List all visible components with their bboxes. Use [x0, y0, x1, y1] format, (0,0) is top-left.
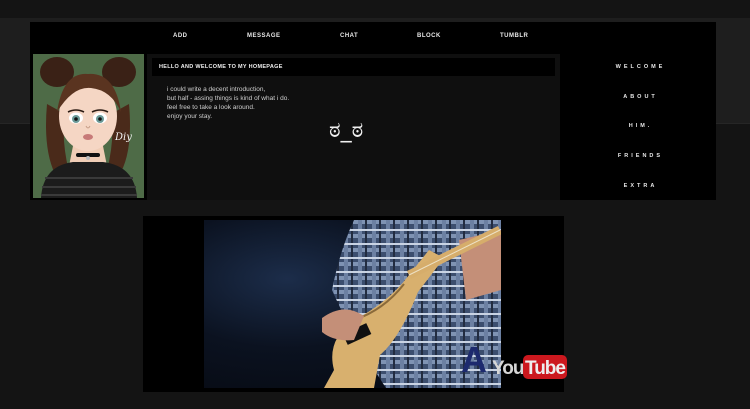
welcome-title-bar: HELLO AND WELCOME TO MY HOMEPAGE — [152, 58, 555, 76]
youtube-logo-you: You — [492, 358, 525, 379]
profile-container: ADD MESSAGE CHAT BLOCK TUMBLR Diy HELLO … — [30, 22, 716, 200]
top-navigation: ADD MESSAGE CHAT BLOCK TUMBLR — [150, 22, 590, 52]
avatar-illustration — [33, 54, 144, 198]
nav-block-link[interactable]: BLOCK — [417, 33, 441, 39]
welcome-panel: HELLO AND WELCOME TO MY HOMEPAGE i could… — [147, 54, 560, 200]
disapproval-emoticon: ಠ_ಠ — [329, 118, 364, 143]
video-thumbnail-guitarist — [322, 220, 501, 388]
nav-tumblr-link[interactable]: TUMBLR — [500, 33, 528, 39]
sidemenu-extra-link[interactable]: EXTRA — [565, 183, 716, 189]
sidemenu-him-link[interactable]: HIM. — [565, 123, 716, 129]
nav-message-link[interactable]: MESSAGE — [247, 33, 281, 39]
nav-chat-link[interactable]: CHAT — [340, 33, 358, 39]
intro-line: i could write a decent introduction, — [167, 86, 266, 93]
sidemenu-friends-link[interactable]: FRIENDS — [565, 153, 716, 159]
video-player[interactable] — [204, 220, 501, 388]
intro-text: i could write a decent introduction, but… — [167, 85, 289, 121]
sidemenu-welcome-link[interactable]: WELCOME — [565, 64, 716, 70]
video-watermark-letter: A — [461, 339, 487, 380]
sidemenu-about-link[interactable]: ABOUT — [565, 94, 716, 100]
nav-add-link[interactable]: ADD — [173, 33, 188, 39]
intro-line: feel free to take a look around. — [167, 104, 255, 111]
intro-line: enjoy your stay. — [167, 113, 213, 120]
avatar-signature: Diy — [115, 132, 132, 143]
youtube-logo-tube-text: Tube — [525, 358, 566, 379]
avatar-image: Diy — [33, 54, 144, 198]
welcome-title: HELLO AND WELCOME TO MY HOMEPAGE — [159, 64, 283, 70]
side-menu: WELCOME ABOUT HIM. FRIENDS EXTRA — [565, 54, 716, 200]
intro-line: but half - assing things is kind of what… — [167, 95, 290, 102]
